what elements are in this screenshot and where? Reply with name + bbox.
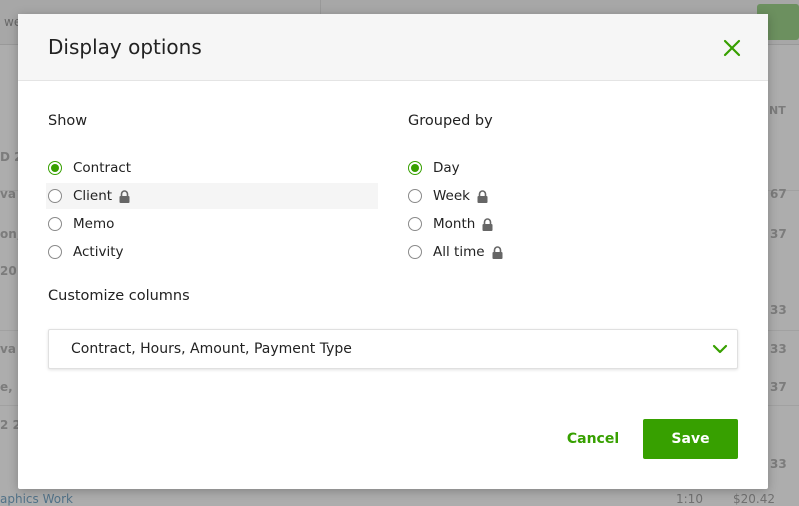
grouped-by-section-title: Grouped by xyxy=(408,113,493,129)
customize-columns-title: Customize columns xyxy=(48,288,190,304)
columns-select-value: Contract, Hours, Amount, Payment Type xyxy=(71,341,352,357)
radio-button[interactable] xyxy=(48,189,62,203)
radio-button[interactable] xyxy=(408,245,422,259)
show-option-client[interactable]: Client xyxy=(46,183,378,209)
group-option-month[interactable]: Month xyxy=(406,211,736,237)
show-option-contract[interactable]: Contract xyxy=(46,155,378,181)
group-option-day[interactable]: Day xyxy=(406,155,736,181)
group-option-week[interactable]: Week xyxy=(406,183,736,209)
close-icon xyxy=(723,39,741,57)
radio-label: Contract xyxy=(73,160,132,176)
radio-button[interactable] xyxy=(48,217,62,231)
save-button[interactable]: Save xyxy=(643,419,738,459)
radio-button[interactable] xyxy=(408,189,422,203)
radio-button[interactable] xyxy=(48,245,62,259)
radio-button[interactable] xyxy=(48,161,62,175)
lock-icon xyxy=(477,189,488,203)
radio-button[interactable] xyxy=(408,217,422,231)
lock-icon xyxy=(492,245,503,259)
close-button[interactable] xyxy=(720,36,744,60)
columns-select[interactable]: Contract, Hours, Amount, Payment Type xyxy=(48,329,738,369)
show-option-activity[interactable]: Activity xyxy=(46,239,378,265)
modal-title: Display options xyxy=(48,35,202,59)
radio-label: All time xyxy=(433,244,485,260)
modal-header: Display options xyxy=(18,14,768,81)
display-options-modal: Display options Show Contract Client Mem… xyxy=(18,14,768,489)
radio-label: Client xyxy=(73,188,113,204)
lock-icon xyxy=(119,189,130,203)
show-option-memo[interactable]: Memo xyxy=(46,211,378,237)
radio-label: Month xyxy=(433,216,476,232)
lock-icon xyxy=(482,217,493,231)
group-option-all-time[interactable]: All time xyxy=(406,239,736,265)
chevron-down-icon[interactable] xyxy=(712,341,728,357)
cancel-button[interactable]: Cancel xyxy=(558,419,628,459)
radio-label: Activity xyxy=(73,244,124,260)
radio-label: Memo xyxy=(73,216,115,232)
radio-label: Week xyxy=(433,188,470,204)
radio-button[interactable] xyxy=(408,161,422,175)
show-section-title: Show xyxy=(48,113,88,129)
radio-label: Day xyxy=(433,160,460,176)
